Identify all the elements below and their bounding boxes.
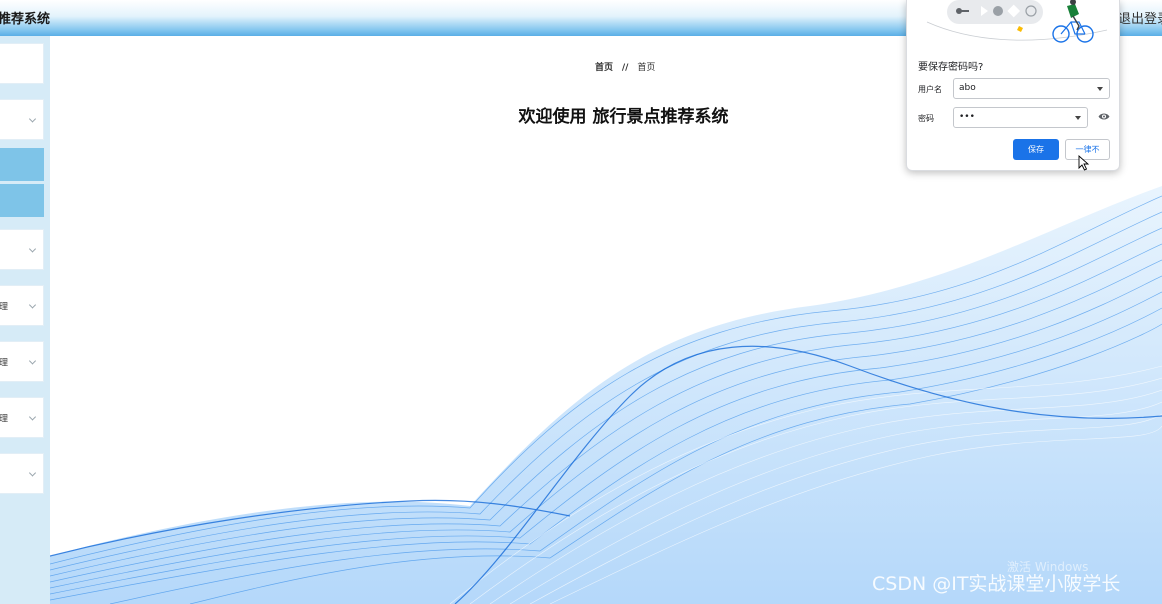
breadcrumb: 首页 // 首页 <box>595 60 655 73</box>
sidebar-item-1[interactable] <box>0 43 44 84</box>
username-value: abo <box>959 83 976 93</box>
chevron-down-icon <box>28 412 37 421</box>
dropdown-arrow-icon <box>1075 116 1081 120</box>
save-password-button[interactable]: 保存 <box>1013 139 1059 160</box>
password-select[interactable]: ••• <box>953 107 1088 128</box>
sidebar-item-4-active[interactable] <box>0 184 44 217</box>
sidebar-item-label: 理 <box>0 302 9 312</box>
dropdown-arrow-icon <box>1097 87 1103 91</box>
breadcrumb-separator: // <box>621 63 629 73</box>
password-label: 密码 <box>918 114 934 123</box>
sidebar-item-6[interactable]: 理 <box>0 285 44 326</box>
popup-title: 要保存密码吗? <box>918 62 984 73</box>
password-value: ••• <box>959 112 975 122</box>
chevron-down-icon <box>28 244 37 253</box>
sidebar-item-3-active[interactable] <box>0 148 44 181</box>
chevron-down-icon <box>28 114 37 123</box>
sidebar-item-label: 理 <box>0 414 9 424</box>
sidebar-item-8[interactable]: 理 <box>0 397 44 438</box>
mouse-cursor-icon <box>1078 155 1090 171</box>
sidebar-item-9[interactable] <box>0 453 44 494</box>
app-title: 推荐系统 <box>0 12 51 27</box>
sidebar-item-5[interactable] <box>0 229 44 270</box>
breadcrumb-home[interactable]: 首页 <box>595 63 613 73</box>
chevron-down-icon <box>28 468 37 477</box>
sidebar-item-2[interactable] <box>0 99 44 140</box>
sidebar-item-label: 理 <box>0 358 9 368</box>
username-select[interactable]: abo <box>953 78 1110 99</box>
sidebar-item-7[interactable]: 理 <box>0 341 44 382</box>
csdn-watermark: CSDN @IT实战课堂小陂学长 <box>872 573 1121 595</box>
chevron-down-icon <box>28 300 37 309</box>
logout-link[interactable]: 退出登录 <box>1118 8 1162 27</box>
breadcrumb-current: 首页 <box>637 63 656 73</box>
username-label: 用户名 <box>918 85 942 94</box>
chevron-down-icon <box>28 356 37 365</box>
password-illustration-icon <box>926 0 1108 43</box>
sidebar: 理 理 理 <box>0 36 50 604</box>
show-password-eye-icon[interactable] <box>1098 112 1110 121</box>
save-password-popup: 要保存密码吗? 用户名 abo 密码 ••• 保存 一律不 <box>906 0 1120 171</box>
